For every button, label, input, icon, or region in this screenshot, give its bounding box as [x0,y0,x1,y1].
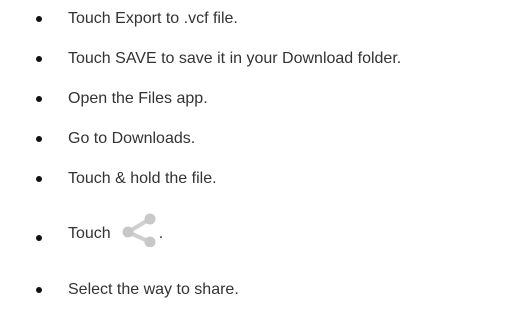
share-icon [122,213,156,247]
step-text: Open the Files app. [68,90,208,107]
bullet [36,287,42,293]
step-text: Go to Downloads. [68,130,196,147]
list-item: Go to Downloads. [0,124,511,148]
step-text-with-icon: Touch . [68,213,163,251]
bullet [36,176,42,182]
bullet [36,16,42,22]
step-text: Touch Export to .vcf file. [68,10,238,27]
step-text: Select the way to share. [68,281,239,298]
step-text: Touch SAVE to save it in your Download f… [68,50,402,67]
bullet [36,96,42,102]
list-item: Touch & hold the file. [0,164,511,188]
step-text: Touch [68,225,111,242]
step-suffix: . [158,225,164,242]
bullet [36,235,42,241]
list-item: Open the Files app. [0,84,511,108]
step-text: Touch & hold the file. [68,170,217,187]
bullet [36,136,42,142]
bullet [36,56,42,62]
list-item: Touch SAVE to save it in your Download f… [0,44,511,68]
list-item: Touch . [0,211,511,251]
list-item: Touch Export to .vcf file. [0,4,511,28]
list-item: Select the way to share. [0,275,511,299]
